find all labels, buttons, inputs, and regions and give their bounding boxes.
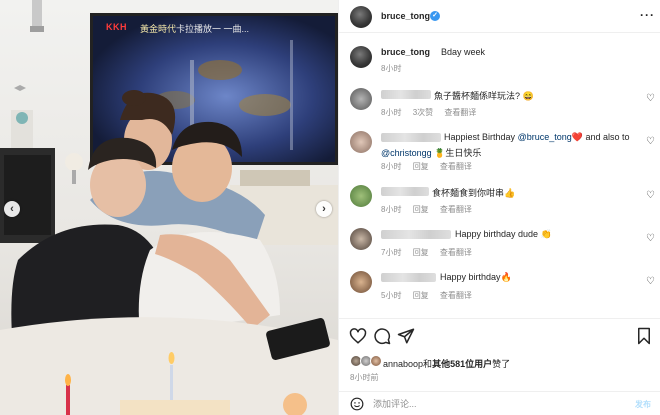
commenter-avatar[interactable]: [350, 271, 372, 293]
chevron-left-icon: ‹: [10, 203, 14, 215]
tv-channel-logo: KKH: [106, 22, 127, 32]
caption-username[interactable]: bruce_tong: [381, 47, 430, 57]
see-translation-link[interactable]: 查看翻译: [440, 291, 472, 300]
comment-text: 食杯麵食到你咁串👍: [432, 188, 516, 198]
chevron-right-icon: ›: [322, 203, 326, 215]
commenter-avatar[interactable]: [350, 88, 372, 110]
actions-divider: [339, 318, 660, 319]
comment-item: 魚子醬杯麵係咩玩法? 😄 8小时 3次赞 查看翻译 ♡: [350, 88, 655, 128]
heart-icon[interactable]: [349, 327, 367, 345]
reply-link[interactable]: 回复: [413, 291, 429, 300]
comment-item: Happy birthday🔥 5小时 回复 查看翻译 ♡: [350, 271, 655, 311]
comment-like-heart-icon[interactable]: ♡: [646, 93, 655, 104]
see-translation-link[interactable]: 查看翻译: [444, 108, 476, 117]
post-header: bruce_tong ✓ ···: [339, 0, 660, 33]
instagram-post-view: KKH 黃金時代 卡拉播放一 一曲... ‹ › bruce_tong ✓ ··…: [0, 0, 660, 415]
mention-link[interactable]: @bruce_tong: [518, 132, 572, 142]
comment-meta: 8小时 回复 查看翻译: [381, 161, 481, 172]
comment-text-part: ❤️ and also to: [571, 132, 630, 142]
post-comment-button[interactable]: 发布: [635, 399, 651, 410]
see-translation-link[interactable]: 查看翻译: [440, 205, 472, 214]
caption-time: 8小时: [381, 64, 402, 73]
comment-icon[interactable]: [373, 327, 391, 345]
comment-text: Happy birthday🔥: [440, 272, 512, 282]
bookmark-icon[interactable]: [635, 327, 653, 345]
commenter-username-blurred[interactable]: [381, 187, 429, 196]
share-icon[interactable]: [397, 327, 415, 345]
previous-photo-button[interactable]: ‹: [4, 201, 20, 217]
commenter-username-blurred[interactable]: [381, 230, 451, 239]
verified-badge-icon: ✓: [430, 11, 440, 21]
comment-text-part: 🍍生日快乐: [434, 148, 482, 158]
author-username[interactable]: bruce_tong: [381, 11, 430, 21]
likes-text-part: 赞了: [492, 359, 511, 369]
likes-text-part: 和: [423, 359, 433, 369]
comment-text-line2: @christongg 🍍生日快乐: [381, 146, 481, 159]
comment-time: 8小时: [381, 108, 402, 117]
comment-text: Happiest Birthday @bruce_tong❤️ and also…: [444, 132, 629, 143]
more-options-icon[interactable]: ···: [640, 8, 655, 22]
caption-avatar[interactable]: [350, 46, 372, 68]
likes-summary: annaboop和其他581位用户赞了: [350, 355, 655, 369]
commenter-avatar[interactable]: [350, 185, 372, 207]
comment-text: 魚子醬杯麵係咩玩法? 😄: [434, 91, 534, 101]
photo-scene: [0, 0, 338, 415]
commenter-avatar[interactable]: [350, 131, 372, 153]
post-action-bar: [339, 322, 660, 348]
comment-like-heart-icon[interactable]: ♡: [646, 233, 655, 244]
reply-link[interactable]: 回复: [413, 248, 429, 257]
likes-text[interactable]: annaboop和其他581位用户赞了: [383, 357, 510, 370]
commenter-username-blurred[interactable]: [381, 90, 431, 99]
comment-meta: 8小时 回复 查看翻译: [381, 204, 481, 215]
other-likers-link[interactable]: 其他581位用户: [432, 359, 492, 369]
add-comment-bar: 发布: [339, 391, 660, 415]
comment-item: Happiest Birthday @bruce_tong❤️ and also…: [350, 131, 655, 171]
commenter-avatar[interactable]: [350, 228, 372, 250]
comment-like-heart-icon[interactable]: ♡: [646, 276, 655, 287]
mention-link[interactable]: @christongg: [381, 148, 432, 158]
commenter-username-blurred[interactable]: [381, 273, 436, 282]
emoji-icon[interactable]: [350, 397, 364, 411]
comment-item: Happy birthday dude 👏 7小时 回复 查看翻译 ♡: [350, 228, 655, 268]
reply-link[interactable]: 回复: [413, 205, 429, 214]
comment-time: 8小时: [381, 162, 402, 171]
see-translation-link[interactable]: 查看翻译: [440, 248, 472, 257]
post-timestamp: 8小时前: [350, 373, 379, 382]
comment-meta: 8小时 3次赞 查看翻译: [381, 107, 485, 118]
commenter-username-blurred[interactable]: [381, 133, 441, 142]
caption-text: Bday week: [441, 47, 486, 57]
comment-time: 7小时: [381, 248, 402, 257]
next-photo-button[interactable]: ›: [316, 201, 332, 217]
comment-meta: 5小时 回复 查看翻译: [381, 290, 481, 301]
comment-input[interactable]: [373, 396, 613, 412]
tv-program-title: 黃金時代: [140, 24, 177, 34]
author-avatar[interactable]: [350, 6, 372, 28]
comment-like-heart-icon[interactable]: ♡: [646, 136, 655, 147]
comment-likes-count[interactable]: 3次赞: [413, 108, 433, 117]
post-photo[interactable]: KKH 黃金時代 卡拉播放一 一曲... ‹ ›: [0, 0, 338, 415]
see-translation-link[interactable]: 查看翻译: [440, 162, 472, 171]
liker-username[interactable]: annaboop: [383, 359, 423, 369]
comment-time: 8小时: [381, 205, 402, 214]
comment-meta: 7小时 回复 查看翻译: [381, 247, 481, 258]
reply-link[interactable]: 回复: [413, 162, 429, 171]
comment-item: 食杯麵食到你咁串👍 8小时 回复 查看翻译 ♡: [350, 185, 655, 225]
tv-caption: 卡拉播放一 一曲...: [176, 24, 250, 34]
comment-like-heart-icon[interactable]: ♡: [646, 190, 655, 201]
comment-text: Happy birthday dude 👏: [455, 229, 552, 239]
post-side-panel: bruce_tong ✓ ··· bruce_tong Bday week 8小…: [338, 0, 660, 415]
comment-text-part: Happiest Birthday: [444, 132, 516, 142]
liker-avatar: [370, 355, 382, 367]
comment-time: 5小时: [381, 291, 402, 300]
